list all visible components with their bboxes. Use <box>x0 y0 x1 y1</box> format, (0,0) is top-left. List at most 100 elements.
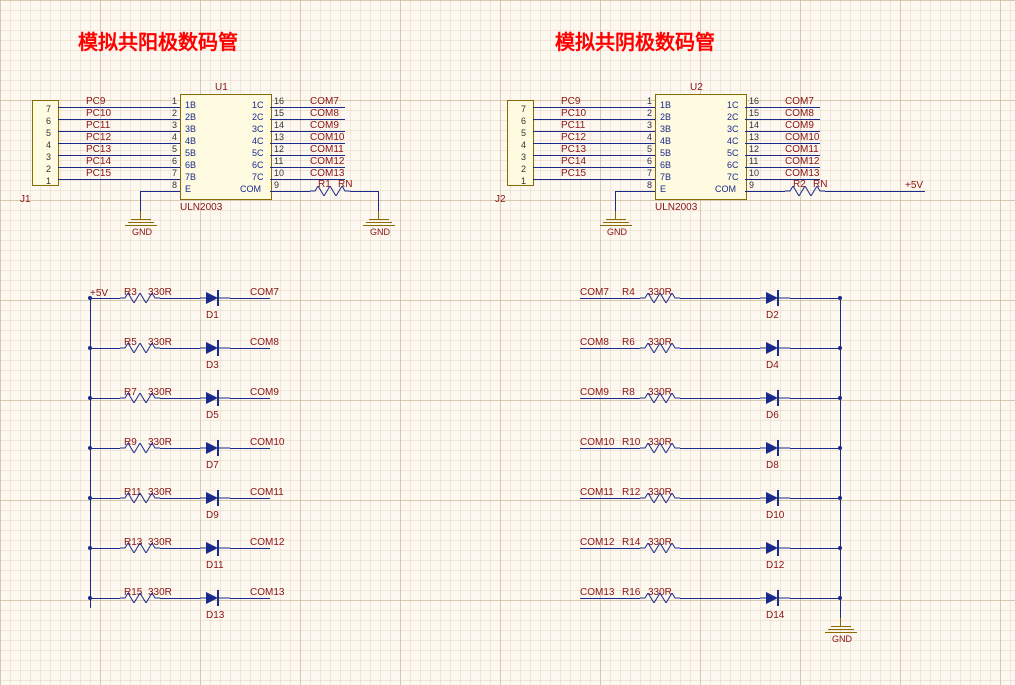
pin-name: 3C <box>727 124 739 134</box>
netlabel: COM12 <box>580 537 614 548</box>
right-top-circuit: J2 7 6 5 4 3 2 1 U2 ULN2003 1 1B PC9 2 2… <box>495 80 975 260</box>
pin-name: 6B <box>660 160 671 170</box>
pin-name: 6C <box>252 160 264 170</box>
netlabel: COM8 <box>785 108 814 119</box>
pin-num: 13 <box>749 132 759 142</box>
netlabel: COM9 <box>580 387 609 398</box>
pin-num: 11 <box>274 156 283 166</box>
netlabel: COM13 <box>580 587 614 598</box>
conn-pin: 6 <box>521 116 526 126</box>
netlabel: PC9 <box>561 96 580 107</box>
netlabel: COM7 <box>785 96 814 107</box>
pin-num: 15 <box>274 108 284 118</box>
netlabel: COM8 <box>580 337 609 348</box>
netlabel: COM10 <box>785 132 819 143</box>
pin-num: 2 <box>172 108 177 118</box>
gnd-label: GND <box>132 227 152 237</box>
resistor <box>640 343 680 353</box>
resistor <box>640 493 680 503</box>
led-ref: D9 <box>206 510 219 521</box>
netlabel: COM13 <box>785 168 819 179</box>
ref-j2: J2 <box>495 194 506 205</box>
netlabel: PC11 <box>561 120 585 131</box>
title-left: 模拟共阳极数码管 <box>78 26 238 55</box>
netlabel: PC14 <box>86 156 111 167</box>
pin-name: COM <box>240 184 261 194</box>
ref-u1: U1 <box>215 82 228 93</box>
netlabel: COM7 <box>580 287 609 298</box>
resistor <box>120 393 160 403</box>
pin-num: 11 <box>749 156 758 166</box>
pin-num: 10 <box>274 168 284 178</box>
netlabel: PC11 <box>86 120 110 131</box>
pin-num: 16 <box>274 96 284 106</box>
res-ref: R10 <box>622 437 640 448</box>
pin-name: E <box>185 184 191 194</box>
resistor <box>120 343 160 353</box>
left-top-circuit: J1 7 6 5 4 3 2 1 U1 ULN2003 1 1B PC9 2 2… <box>20 80 470 260</box>
pin-num: 14 <box>749 120 759 130</box>
netlabel: PC13 <box>561 144 586 155</box>
resistor <box>640 393 680 403</box>
pin-num: 9 <box>749 180 754 190</box>
pin-num: 9 <box>274 180 279 190</box>
pin-name: 4B <box>660 136 671 146</box>
conn-pin: 3 <box>46 152 51 162</box>
pin-name: COM <box>715 184 736 194</box>
netlabel: COM10 <box>580 437 614 448</box>
netlabel: COM12 <box>250 537 284 548</box>
pin-name: 3B <box>185 124 196 134</box>
pin-name: 2C <box>252 112 264 122</box>
pin-name: 4C <box>252 136 264 146</box>
conn-pin: 2 <box>46 164 51 174</box>
pin-num: 12 <box>274 144 284 154</box>
pin-num: 6 <box>172 156 177 166</box>
pin-num: 13 <box>274 132 284 142</box>
pin-num: 3 <box>647 120 652 130</box>
resistor <box>640 593 680 603</box>
netlabel-5v: +5V <box>905 180 923 191</box>
pin-name: 6C <box>727 160 739 170</box>
led-ref: D5 <box>206 410 219 421</box>
resistor <box>120 443 160 453</box>
pin-name: 2B <box>185 112 196 122</box>
netlabel: COM11 <box>785 144 819 155</box>
led-ref: D13 <box>206 610 224 621</box>
res-ref: R12 <box>622 487 640 498</box>
led-ref: D1 <box>206 310 219 321</box>
netlabel: COM13 <box>310 168 344 179</box>
pin-name: 2C <box>727 112 739 122</box>
gnd-label: GND <box>832 634 852 644</box>
led-ref: D2 <box>766 310 779 321</box>
pin-num: 15 <box>749 108 759 118</box>
led-ref: D3 <box>206 360 219 371</box>
netlabel: COM9 <box>250 387 279 398</box>
conn-pin: 4 <box>46 140 51 150</box>
netlabel: PC15 <box>561 168 586 179</box>
led-ref: D6 <box>766 410 779 421</box>
ref-u2: U2 <box>690 82 703 93</box>
netlabel: COM12 <box>785 156 819 167</box>
conn-pin: 7 <box>521 104 526 114</box>
part-u1: ULN2003 <box>180 202 222 213</box>
ref-r2: R2 <box>793 179 806 190</box>
pin-name: 3B <box>660 124 671 134</box>
netlabel: PC15 <box>86 168 111 179</box>
pin-name: E <box>660 184 666 194</box>
val-r1: RN <box>338 179 352 190</box>
pin-name: 3C <box>252 124 264 134</box>
pin-num: 1 <box>647 96 652 106</box>
pin-name: 1B <box>185 100 196 110</box>
resistor <box>120 543 160 553</box>
pin-name: 6B <box>185 160 196 170</box>
conn-pin: 2 <box>521 164 526 174</box>
netlabel: PC9 <box>86 96 105 107</box>
pin-name: 7C <box>727 172 739 182</box>
res-ref: R14 <box>622 537 640 548</box>
pin-name: 5C <box>727 148 739 158</box>
pin-num: 4 <box>172 132 177 142</box>
pin-num: 12 <box>749 144 759 154</box>
netlabel: COM11 <box>580 487 614 498</box>
netlabel: COM7 <box>250 287 279 298</box>
pin-num: 5 <box>172 144 177 154</box>
